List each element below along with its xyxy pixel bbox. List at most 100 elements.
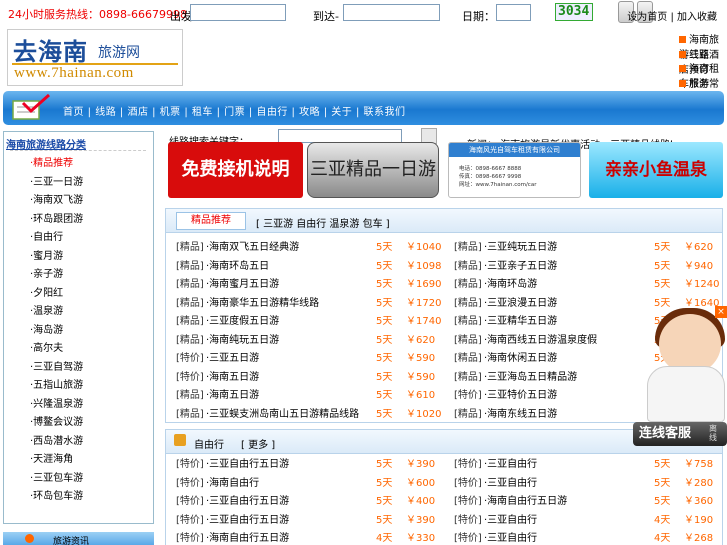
row-price: ￥390 — [406, 514, 436, 526]
sidebar: 海南旅游线路分类 ·精品推荐 ·三亚一日游 ·海南双飞游 ·环岛跟团游 ·自由行… — [3, 131, 154, 524]
row-title[interactable]: ·三亚度假五日游 — [206, 312, 279, 327]
sidebar-footer[interactable]: 旅游资讯 — [3, 532, 154, 545]
row-title[interactable]: ·三亚自由行 — [484, 511, 537, 526]
keyword-search-input[interactable] — [278, 129, 402, 143]
table-row: [精品] ·海南环岛五日 5天 ￥1098 [精品] ·三亚亲子五日游 5天 ￥940 — [166, 254, 722, 272]
bullet-icon — [679, 36, 686, 43]
row-title[interactable]: ·海南自由行 — [206, 474, 259, 489]
row-title[interactable]: ·三亚亲子五日游 — [484, 257, 557, 272]
sidebar-item[interactable]: ·夕阳红 — [30, 284, 63, 299]
row-title[interactable]: ·海南休闲五日游 — [484, 349, 557, 364]
sidebar-item[interactable]: ·博鳌会议游 — [30, 413, 83, 428]
section-tabs[interactable]: [ 三亚游 自由行 温泉游 包车 ] — [256, 215, 390, 230]
tab-recommended[interactable]: 精品推荐 — [176, 212, 246, 230]
row-category: [特价] — [454, 477, 482, 489]
ad-sanya-day-tour[interactable]: 三亚精品一日游 — [307, 142, 439, 198]
row-title[interactable]: ·三亚精华五日游 — [484, 312, 557, 327]
sidebar-item[interactable]: ·高尔夫 — [30, 339, 63, 354]
row-category: [特价] — [454, 514, 482, 526]
sidebar-item[interactable]: ·天涯海角 — [30, 450, 73, 465]
from-input[interactable] — [190, 4, 286, 21]
row-title[interactable]: ·海南东线五日游 — [484, 405, 557, 420]
sidebar-item[interactable]: ·蜜月游 — [30, 247, 63, 262]
sidebar-item[interactable]: ·西岛潜水游 — [30, 432, 83, 447]
row-title[interactable]: ·三亚浪漫五日游 — [484, 294, 557, 309]
quick-link-2[interactable]: 三亚酒店预订 — [679, 46, 727, 76]
ad-free-pickup[interactable]: 免费接机说明 — [168, 142, 303, 198]
sidebar-item[interactable]: ·海岛游 — [30, 321, 63, 336]
row-title[interactable]: ·海南自由行五日游 — [484, 492, 567, 507]
row-price: ￥600 — [406, 477, 436, 489]
sidebar-item[interactable]: ·兴隆温泉游 — [30, 395, 83, 410]
row-days: 5天 — [376, 459, 393, 470]
sidebar-item[interactable]: ·精品推荐 — [30, 154, 73, 169]
row-category: [精品] — [176, 297, 204, 309]
row-title[interactable]: ·三亚五日游 — [206, 349, 259, 364]
sidebar-item[interactable]: ·海南双飞游 — [30, 191, 83, 206]
section-more-link[interactable]: [ 更多 ] — [241, 436, 275, 451]
row-price: ￥610 — [406, 390, 436, 401]
row-title[interactable]: ·三亚自由行 — [484, 474, 537, 489]
row-title[interactable]: ·海南西线五日游温泉度假 — [484, 331, 597, 346]
online-service-widget[interactable]: × 连线客服 离线 — [633, 306, 727, 446]
sidebar-item[interactable]: ·三亚自驾游 — [30, 358, 83, 373]
sidebar-item[interactable]: ·环岛跟团游 — [30, 210, 83, 225]
row-title[interactable]: ·海南双飞五日经典游 — [206, 238, 299, 253]
row-title[interactable]: ·海南环岛游 — [484, 275, 537, 290]
row-price: ￥400 — [406, 496, 436, 507]
row-days: 5天 — [376, 371, 393, 383]
row-title[interactable]: ·三亚自由行五日游 — [206, 492, 289, 507]
ad-car-rental[interactable]: 海南风光自驾车租赁有限公司 电话：0898-6667 8888 传真：0898-… — [448, 142, 581, 198]
row-title[interactable]: ·海南蜜月五日游 — [206, 275, 279, 290]
ad-fish-hotspring[interactable]: 亲亲小鱼温泉 — [589, 142, 723, 198]
row-title[interactable]: ·海南五日游 — [206, 386, 259, 401]
sidebar-divider — [10, 150, 146, 151]
site-logo[interactable]: 去海南 旅游网 www.7hainan.com — [7, 29, 183, 86]
row-category: [精品] — [454, 260, 482, 272]
sidebar-title[interactable]: 海南旅游线路分类 — [6, 136, 86, 151]
sidebar-item[interactable]: ·三亚包车游 — [30, 469, 83, 484]
row-title[interactable]: ·三亚自由行五日游 — [206, 455, 289, 470]
date-input[interactable] — [496, 4, 531, 21]
row-days: 5天 — [376, 496, 393, 507]
service-avatar-body — [647, 366, 725, 422]
row-title[interactable]: ·海南纯玩五日游 — [206, 331, 279, 346]
row-title[interactable]: ·海南环岛五日 — [206, 257, 269, 272]
row-title[interactable]: ·三亚海岛五日精品游 — [484, 368, 577, 383]
row-days: 5天 — [376, 260, 393, 272]
row-title[interactable]: ·三亚自由行五日游 — [206, 511, 289, 526]
row-category: [特价] — [454, 390, 482, 401]
close-icon[interactable]: × — [715, 306, 727, 318]
quick-link-3[interactable]: 海南租车服务 — [679, 60, 727, 90]
row-category: [精品] — [176, 334, 204, 346]
row-category: [特价] — [176, 371, 204, 383]
row-category: [精品] — [454, 353, 482, 364]
to-input[interactable] — [343, 4, 440, 21]
sidebar-item[interactable]: ·亲子游 — [30, 265, 63, 280]
ad-car-rental-head: 海南风光自驾车租赁有限公司 — [449, 143, 580, 157]
row-days: 5天 — [376, 477, 393, 489]
row-title[interactable]: ·海南自由行五日游 — [206, 529, 289, 544]
row-category: [精品] — [176, 242, 204, 253]
quick-link-1[interactable]: 海南旅游线路 — [679, 31, 727, 61]
row-title[interactable]: ·三亚蜈支洲岛南山五日游精品线路 — [206, 405, 359, 420]
top-links[interactable]: 设为首页 | 加入收藏 — [627, 8, 717, 23]
row-category: [特价] — [176, 533, 204, 544]
sidebar-item[interactable]: ·自由行 — [30, 228, 63, 243]
sidebar-item[interactable]: ·温泉游 — [30, 302, 63, 317]
nav-links[interactable]: 首页 | 线路 | 酒店 | 机票 | 租车 | 门票 | 自由行 | 攻略 |… — [63, 103, 406, 118]
row-title[interactable]: ·海南五日游 — [206, 368, 259, 383]
row-title[interactable]: ·三亚自由行 — [484, 455, 537, 470]
row-price: ￥940 — [684, 260, 714, 272]
row-title[interactable]: ·三亚自由行 — [484, 529, 537, 544]
sidebar-item[interactable]: ·环岛包车游 — [30, 487, 83, 502]
section-header: 精品推荐 [ 三亚游 自由行 温泉游 包车 ] — [166, 209, 722, 233]
sidebar-item[interactable]: ·三亚一日游 — [30, 173, 83, 188]
ad-car-rental-line: 网址：www.7hainan.com/car — [459, 182, 537, 188]
row-title[interactable]: ·三亚纯玩五日游 — [484, 238, 557, 253]
quick-link-4[interactable]: 旅游常见问题 — [679, 75, 727, 105]
row-category: [精品] — [454, 297, 482, 309]
sidebar-item[interactable]: ·五指山旅游 — [30, 376, 83, 391]
row-title[interactable]: ·三亚特价五日游 — [484, 386, 557, 401]
row-title[interactable]: ·海南豪华五日游精华线路 — [206, 294, 319, 309]
